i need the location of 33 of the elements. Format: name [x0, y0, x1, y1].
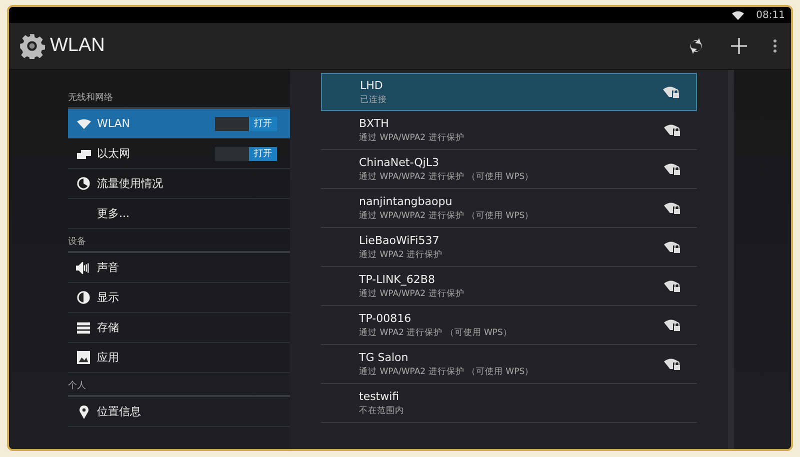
- settings-menu-item[interactable]: 位置信息: [68, 397, 290, 427]
- toggle-switch[interactable]: 打开: [215, 146, 277, 160]
- settings-menu-item[interactable]: WLAN 打开: [68, 109, 290, 139]
- wifi-signal-icon: [732, 10, 744, 20]
- wifi-icon: [76, 118, 90, 128]
- speaker-icon: [76, 262, 91, 274]
- wifi-network-item[interactable]: testwifi 不在范围内: [321, 384, 697, 423]
- wifi-network-item[interactable]: TP-LINK_62B8 通过 WPA/WPA2 进行保护: [321, 267, 697, 306]
- wifi-network-item[interactable]: LHD 已连接: [321, 73, 697, 111]
- settings-menu-item[interactable]: 流量使用情况: [68, 169, 290, 199]
- apps-icon: [77, 351, 90, 364]
- settings-menu-item[interactable]: 以太网 打开: [68, 139, 290, 169]
- plus-icon: [731, 38, 747, 54]
- menu-icon: [773, 39, 777, 53]
- wifi-network-item[interactable]: BXTH 通过 WPA/WPA2 进行保护: [321, 111, 697, 150]
- wifi-network-item[interactable]: TG Salon 通过 WPA/WPA2 进行保护 （可使用 WPS）: [321, 345, 697, 384]
- wifi-network-item[interactable]: nanjintangbaopu 通过 WPA/WPA2 进行保护 （可使用 WPS）: [321, 189, 697, 228]
- screen-title: WLAN: [50, 35, 105, 57]
- toggle-switch[interactable]: 打开: [215, 116, 277, 130]
- settings-menu-item[interactable]: 存储: [68, 313, 290, 343]
- wifi-network-item[interactable]: TP-00816 通过 WPA2 进行保护 （可使用 WPS）: [321, 306, 697, 345]
- contrast-icon: [77, 291, 90, 304]
- location-pin-icon: [78, 404, 88, 418]
- storage-icon: [77, 322, 90, 334]
- settings-menu-item[interactable]: 声音: [68, 253, 290, 283]
- settings-icon: [19, 33, 45, 59]
- pie-chart-icon: [77, 177, 90, 190]
- clock-time: 08:11: [756, 10, 785, 20]
- ethernet-icon: [76, 148, 90, 158]
- settings-menu-item[interactable]: 应用: [68, 343, 290, 373]
- wifi-network-item[interactable]: ChinaNet-QjL3 通过 WPA/WPA2 进行保护 （可使用 WPS）: [321, 150, 697, 189]
- settings-menu-item[interactable]: 显示: [68, 283, 290, 313]
- wifi-network-item[interactable]: LieBaoWiFi537 通过 WPA2 进行保护: [321, 228, 697, 267]
